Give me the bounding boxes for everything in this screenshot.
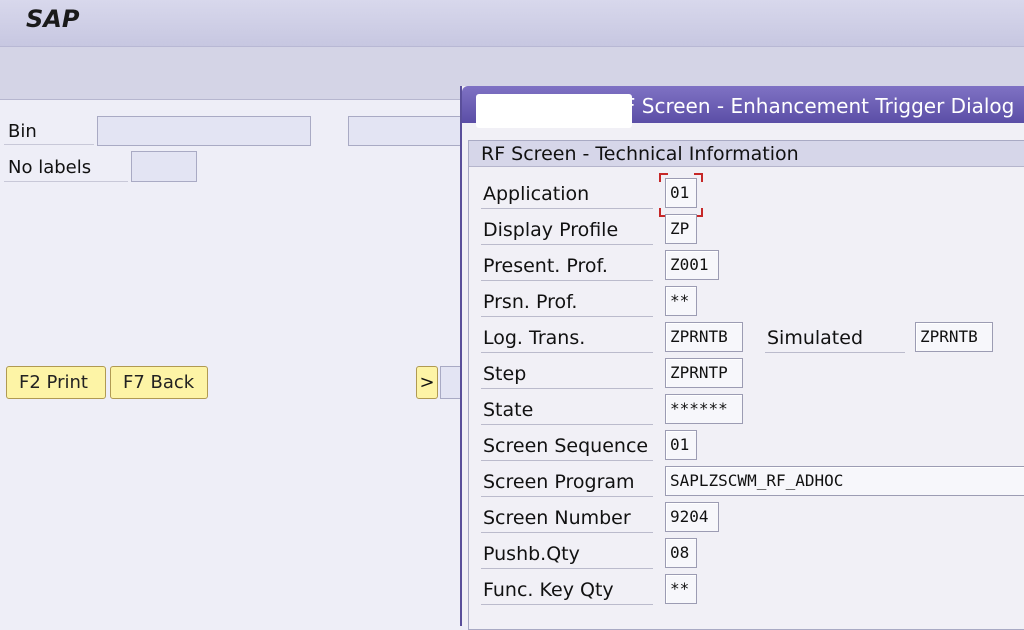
application-label: Application [483, 183, 590, 205]
application-value[interactable]: 01 [665, 178, 697, 208]
screen-program-value[interactable]: SAPLZSCWM_RF_ADHOC [665, 466, 1024, 496]
enhancement-trigger-dialog: RF Screen - Enhancement Trigger Dialog R… [460, 86, 1024, 630]
step-underline [481, 388, 653, 389]
step-value[interactable]: ZPRNTP [665, 358, 743, 388]
pushb-qty-label: Pushb.Qty [483, 543, 580, 565]
simulated-label: Simulated [767, 327, 864, 349]
state-underline [481, 424, 653, 425]
screen-program-underline [481, 496, 653, 497]
f7-back-button[interactable]: F7 Back [110, 366, 208, 399]
prsn-prof-label: Prsn. Prof. [483, 291, 578, 313]
technical-information-group: RF Screen - Technical Information Applic… [468, 140, 1024, 630]
log-trans-value[interactable]: ZPRNTB [665, 322, 743, 352]
log-trans-underline [481, 352, 653, 353]
pushb-qty-underline [481, 568, 653, 569]
no-labels-input[interactable] [131, 151, 197, 182]
bin-label: Bin [8, 121, 37, 142]
step-label: Step [483, 363, 527, 385]
no-labels-label: No labels [8, 157, 92, 178]
dialog-title-bar: RF Screen - Enhancement Trigger Dialog [462, 86, 1024, 128]
next-page-button[interactable]: > [416, 366, 438, 399]
func-key-qty-value[interactable]: ** [665, 574, 697, 604]
f2-print-button[interactable]: F2 Print [6, 366, 106, 399]
focus-corner-tl [659, 173, 668, 182]
prsn-prof-underline [481, 316, 653, 317]
screen-sequence-underline [481, 460, 653, 461]
title-bar: SAP [0, 0, 1024, 47]
pushb-qty-value[interactable]: 08 [665, 538, 697, 568]
present-prof-underline [481, 280, 653, 281]
simulated-value[interactable]: ZPRNTB [915, 322, 993, 352]
state-label: State [483, 399, 534, 421]
screen-number-label: Screen Number [483, 507, 631, 529]
present-prof-value[interactable]: Z001 [665, 250, 719, 280]
state-value[interactable]: ****** [665, 394, 743, 424]
display-profile-label: Display Profile [483, 219, 619, 241]
group-title: RF Screen - Technical Information [469, 141, 1024, 167]
screen-program-label: Screen Program [483, 471, 635, 493]
app-title: SAP [26, 5, 80, 33]
display-profile-underline [481, 244, 653, 245]
screen-number-value[interactable]: 9204 [665, 502, 719, 532]
present-prof-label: Present. Prof. [483, 255, 608, 277]
func-key-qty-label: Func. Key Qty [483, 579, 614, 601]
application-underline [481, 208, 653, 209]
dialog-title: RF Screen - Enhancement Trigger Dialog [610, 94, 1015, 118]
display-profile-value[interactable]: ZP [665, 214, 697, 244]
func-key-qty-underline [481, 604, 653, 605]
log-trans-label: Log. Trans. [483, 327, 586, 349]
screen-sequence-value[interactable]: 01 [665, 430, 697, 460]
redaction-mask [476, 94, 632, 128]
simulated-underline [765, 352, 905, 353]
focus-corner-tr [694, 173, 703, 182]
screen-number-underline [481, 532, 653, 533]
no-labels-underline [4, 181, 128, 182]
bin-input-2[interactable] [348, 116, 468, 146]
prsn-prof-value[interactable]: ** [665, 286, 697, 316]
screen-sequence-label: Screen Sequence [483, 435, 649, 457]
bin-input[interactable] [97, 116, 311, 146]
bin-label-underline [4, 144, 94, 145]
